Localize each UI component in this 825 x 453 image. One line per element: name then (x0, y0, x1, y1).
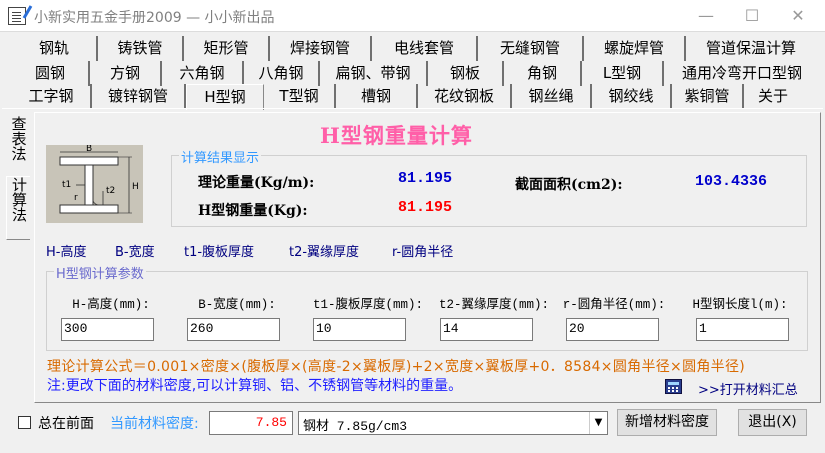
tab-hex-steel[interactable]: 六角钢 (162, 61, 244, 86)
diagram-label-t1: t1 (62, 180, 71, 190)
side-tab-label: 计算法 (10, 177, 28, 222)
legend-h: H-高度 (46, 245, 87, 260)
tab-square-steel[interactable]: 方钢 (90, 61, 162, 86)
tab-lookup-method[interactable]: 查表法 (6, 116, 30, 172)
legend-b: B-宽度 (115, 245, 155, 260)
theory-weight-label: 理论重量(Kg/m): (198, 175, 315, 191)
tab-oct-steel[interactable]: 八角钢 (244, 61, 320, 86)
theory-weight-value: 81.195 (398, 170, 453, 187)
legend-r: r-圆角半径 (392, 245, 454, 260)
tab-angle-steel[interactable]: 角钢 (504, 61, 582, 86)
density-label: 当前材料密度: (110, 416, 199, 432)
add-density-button[interactable]: 新增材料密度 (617, 409, 717, 436)
tab-rect-pipe[interactable]: 矩形管 (184, 36, 270, 61)
always-on-top-label: 总在前面 (38, 416, 94, 432)
h-beam-drawing: B H t1 t2 r (59, 144, 139, 214)
density-value-field[interactable]: 7.85 (209, 411, 293, 435)
open-material-summary-link[interactable]: >>打开材料汇总 (698, 379, 798, 398)
note-text: 注:更改下面的材料密度,可以计算铜、铝、不锈钢管等材料的重量。 (47, 378, 463, 394)
legend-t1: t1-腹板厚度 (184, 245, 255, 260)
length-input[interactable]: 1 (696, 318, 789, 341)
h-beam-diagram: B H t1 t2 r (46, 144, 143, 223)
always-on-top-checkbox[interactable] (18, 416, 31, 429)
tab-round-steel[interactable]: 圆钢 (12, 61, 90, 86)
tab-t-steel[interactable]: T型钢 (264, 84, 336, 109)
page-title: H型钢重量计算 (320, 123, 473, 148)
tab-welded-pipe[interactable]: 焊接钢管 (270, 36, 372, 61)
tab-channel[interactable]: 槽钢 (336, 84, 418, 109)
legend-t2: t2-翼缘厚度 (289, 245, 360, 260)
results-group-legend: 计算结果显示 (179, 147, 262, 166)
tab-pipe-insulation[interactable]: 管道保温计算 (686, 36, 816, 61)
tab-row-3: 工字钢 镀锌钢管 H型钢 T型钢 槽钢 花纹钢板 钢丝绳 钢绞线 紫铜管 关于 (2, 84, 823, 110)
tab-cast-iron-pipe[interactable]: 铸铁管 (98, 36, 184, 61)
material-select-value: 钢材 7.85g/cm3 (303, 419, 408, 434)
diagram-label-h: H (132, 182, 139, 192)
total-weight-label: H型钢重量(Kg): (198, 203, 308, 219)
tab-spiral-pipe[interactable]: 螺旋焊管 (584, 36, 686, 61)
param-label-r: r-圆角半径(mm): (562, 298, 666, 312)
tab-wire-rope[interactable]: 钢丝绳 (512, 84, 592, 109)
param-label-t1: t1-腹板厚度(mm): (312, 298, 423, 312)
tab-galvanized-pipe[interactable]: 镀锌钢管 (92, 84, 186, 109)
dropdown-arrow-icon[interactable]: ▼ (589, 412, 607, 434)
width-input[interactable]: 260 (187, 318, 280, 341)
formula-text: 理论计算公式＝0.001×密度×(腹板厚×(高度-2×翼板厚)+2×宽度×翼板厚… (47, 359, 746, 375)
tab-i-beam[interactable]: 工字钢 (12, 84, 92, 109)
title-bar: 小新实用五金手册2009 — 小小新出品 — ☐ ✕ (0, 0, 825, 32)
exit-button[interactable]: 退出(X) (738, 409, 807, 436)
param-label-length: H型钢长度l(m): (692, 298, 788, 312)
params-group-legend: H型钢计算参数 (54, 263, 146, 282)
tab-checkered-plate[interactable]: 花纹钢板 (418, 84, 512, 109)
tab-row-1: 钢轨 铸铁管 矩形管 焊接钢管 电线套管 无缝钢管 螺旋焊管 管道保温计算 (2, 36, 823, 61)
height-input[interactable]: 300 (61, 318, 154, 341)
maximize-icon[interactable]: ☐ (729, 0, 775, 32)
close-icon[interactable]: ✕ (775, 0, 821, 32)
minimize-icon[interactable]: — (683, 0, 729, 32)
tab-copper-pipe[interactable]: 紫铜管 (672, 84, 744, 109)
calculator-icon[interactable] (665, 379, 682, 394)
param-label-h: H-高度(mm): (72, 298, 150, 312)
tab-calc-method[interactable]: 计算法 (6, 176, 30, 240)
area-value: 103.4336 (695, 173, 768, 190)
material-select[interactable]: 钢材 7.85g/cm3 ▼ (298, 411, 608, 435)
tab-strand[interactable]: 钢绞线 (592, 84, 672, 109)
tab-l-steel[interactable]: L型钢 (582, 61, 664, 86)
tab-cold-formed[interactable]: 通用冷弯开口型钢 (664, 61, 820, 86)
total-weight-value: 81.195 (398, 199, 453, 216)
tab-about[interactable]: 关于 (744, 84, 802, 109)
flange-thickness-input[interactable]: 14 (440, 318, 533, 341)
diagram-label-b: B (86, 145, 92, 154)
tab-flat-steel[interactable]: 扁钢、带钢 (320, 61, 428, 86)
app-notepad-icon (8, 7, 26, 25)
diagram-label-r: r (74, 193, 78, 203)
area-label: 截面面积(cm2): (515, 177, 623, 193)
tab-h-beam[interactable]: H型钢 (186, 84, 264, 110)
param-label-t2: t2-翼缘厚度(mm): (438, 298, 549, 312)
param-label-b: B-宽度(mm): (198, 298, 276, 312)
tab-rail[interactable]: 钢轨 (12, 36, 98, 61)
tab-conduit[interactable]: 电线套管 (372, 36, 478, 61)
side-tab-label: 查表法 (9, 116, 28, 161)
diagram-label-t2: t2 (106, 186, 115, 196)
tab-seamless-pipe[interactable]: 无缝钢管 (478, 36, 584, 61)
web-thickness-input[interactable]: 10 (313, 318, 406, 341)
tab-steel-plate[interactable]: 钢板 (428, 61, 504, 86)
window-title: 小新实用五金手册2009 — 小小新出品 (34, 10, 275, 26)
fillet-radius-input[interactable]: 20 (566, 318, 659, 341)
tab-row-2: 圆钢 方钢 六角钢 八角钢 扁钢、带钢 钢板 角钢 L型钢 通用冷弯开口型钢 (2, 61, 823, 86)
